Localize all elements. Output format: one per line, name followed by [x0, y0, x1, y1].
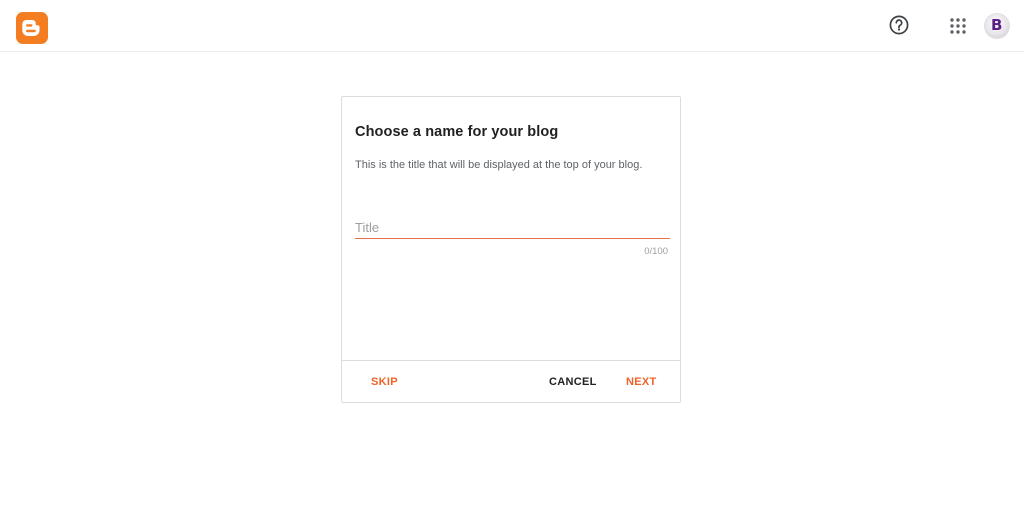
blog-name-dialog: Choose a name for your blog This is the … [341, 96, 681, 403]
dialog-divider [342, 360, 680, 361]
character-counter: 0/100 [644, 246, 668, 257]
cancel-button[interactable]: CANCEL [549, 376, 597, 388]
top-app-bar: B [0, 0, 1024, 52]
blogger-logo-icon[interactable] [16, 12, 48, 44]
next-button[interactable]: NEXT [626, 376, 657, 388]
apps-grid-icon[interactable] [949, 17, 967, 35]
help-circle-icon[interactable] [888, 14, 910, 36]
blog-title-input[interactable] [355, 217, 670, 239]
dialog-subtitle: This is the title that will be displayed… [355, 159, 643, 171]
skip-button[interactable]: SKIP [371, 376, 398, 388]
account-avatar[interactable]: B [985, 14, 1009, 38]
avatar-letter: B [991, 16, 1003, 34]
dialog-title: Choose a name for your blog [355, 124, 559, 140]
